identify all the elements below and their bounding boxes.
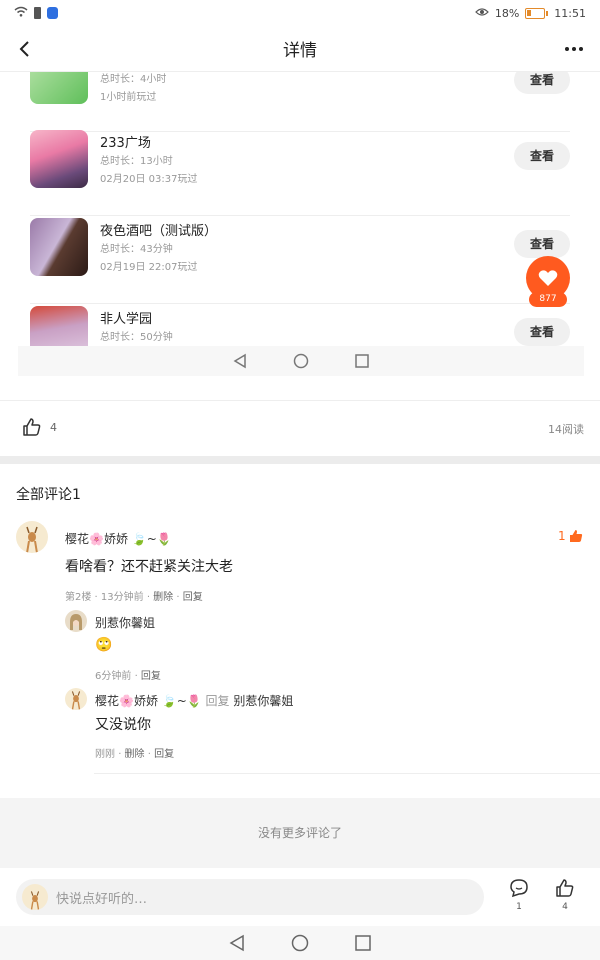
game-last-played: 1小时前玩过 xyxy=(100,92,157,103)
reply-author[interactable]: 樱花🌸娇娇 🍃~🌷 xyxy=(95,694,202,708)
comment-bubble-icon xyxy=(510,879,528,898)
post-like-button[interactable]: 4 xyxy=(22,417,57,437)
recents-square-icon[interactable] xyxy=(355,935,371,951)
home-circle-icon xyxy=(293,353,309,369)
embedded-nav-bar xyxy=(18,346,584,376)
comment-bar: 快说点好听的… 1 4 xyxy=(0,868,600,926)
floating-like-count: 877 xyxy=(529,292,567,307)
reply-time: 刚刚 xyxy=(95,749,115,760)
status-right: 18% 11:51 xyxy=(474,6,586,20)
reply-meta: 刚刚 · 删除 · 回复 xyxy=(95,745,174,760)
read-count: 14阅读 xyxy=(548,423,584,436)
reply-text: 🙄 xyxy=(95,637,113,653)
girl-avatar-icon xyxy=(70,614,82,630)
reply-to-author[interactable]: 别惹你馨姐 xyxy=(233,694,293,708)
game-duration: 总时长：43分钟 xyxy=(100,244,173,255)
back-triangle-icon[interactable] xyxy=(229,934,245,952)
battery-percent: 18% xyxy=(494,6,520,20)
chevron-left-icon xyxy=(19,41,29,57)
divider xyxy=(94,773,600,774)
more-options-button[interactable] xyxy=(560,35,588,63)
section-divider xyxy=(0,456,600,464)
clock: 11:51 xyxy=(554,6,586,20)
reply-time: 6分钟前 xyxy=(95,671,132,682)
system-nav-bar xyxy=(0,926,600,960)
comment-placeholder: 快说点好听的… xyxy=(56,891,148,907)
wifi-icon xyxy=(14,6,28,20)
no-more-comments: 没有更多评论了 xyxy=(0,798,600,868)
comment-floor-time: 第2楼 · 13分钟前 xyxy=(65,592,144,603)
like-button[interactable]: 4 xyxy=(550,878,580,912)
view-button: 查看 xyxy=(514,72,570,94)
comment-author[interactable]: 樱花🌸娇娇 🍃~🌷 xyxy=(65,530,172,547)
status-bar: 18% 11:51 xyxy=(0,0,600,26)
reply-text: 又没说你 xyxy=(95,717,151,733)
game-row: 夜色酒吧（测试版） 总时长：43分钟 02月19日 22:07玩过 查看 xyxy=(30,218,570,304)
page-header: 详情 xyxy=(0,26,600,72)
thumbs-up-icon xyxy=(556,879,574,897)
post-image[interactable]: 总时长：4小时 1小时前玩过 查看 233广场 总时长：13小时 02月20日 … xyxy=(18,72,584,376)
reply-button[interactable]: 回复 xyxy=(183,592,203,603)
status-left xyxy=(14,6,58,20)
back-button[interactable] xyxy=(10,35,38,63)
game-row: 233广场 总时长：13小时 02月20日 03:37玩过 查看 xyxy=(30,130,570,216)
game-duration: 总时长：50分钟 xyxy=(100,332,173,343)
game-duration: 总时长：4小时 xyxy=(100,74,167,85)
avatar[interactable] xyxy=(65,688,87,710)
reply-author[interactable]: 别惹你馨姐 xyxy=(95,614,155,631)
like-count: 4 xyxy=(562,902,568,912)
avatar xyxy=(22,884,48,910)
game-thumbnail xyxy=(30,72,88,104)
comments-title: 全部评论1 xyxy=(16,487,81,503)
battery-cap xyxy=(546,10,549,16)
game-duration: 总时长：13小时 xyxy=(100,156,173,167)
view-button: 查看 xyxy=(514,142,570,170)
view-button: 查看 xyxy=(514,318,570,346)
thumbs-up-icon xyxy=(23,418,41,436)
heart-icon xyxy=(538,270,558,286)
delete-button[interactable]: 删除 xyxy=(153,592,173,603)
comment-meta: 第2楼 · 13分钟前 · 删除 · 回复 xyxy=(65,588,203,603)
avatar[interactable] xyxy=(16,521,48,553)
game-thumbnail xyxy=(30,130,88,188)
deer-avatar-icon xyxy=(30,891,40,910)
comment-text: 看啥看？还不赶紧关注大老 xyxy=(65,559,233,575)
avatar[interactable] xyxy=(65,610,87,632)
app-notification-icon xyxy=(47,7,58,19)
post-stats: 4 14阅读 xyxy=(0,400,600,456)
reply-button[interactable]: 回复 xyxy=(141,671,161,682)
home-circle-icon[interactable] xyxy=(291,934,309,952)
deer-avatar-icon xyxy=(26,526,38,553)
reply-header: 樱花🌸娇娇 🍃~🌷 回复 别惹你馨姐 xyxy=(95,692,293,709)
more-dot xyxy=(565,47,569,51)
deer-avatar-icon xyxy=(71,691,81,710)
thumbs-up-filled-icon xyxy=(569,530,582,542)
game-name: 夜色酒吧（测试版） xyxy=(100,224,218,239)
recents-square-icon xyxy=(355,354,369,368)
game-last-played: 02月20日 03:37玩过 xyxy=(100,174,198,185)
post-like-count: 4 xyxy=(50,420,57,434)
game-row: 总时长：4小时 1小时前玩过 查看 xyxy=(30,72,570,132)
game-last-played: 02月19日 22:07玩过 xyxy=(100,262,198,273)
battery-icon xyxy=(525,7,546,19)
comment-like-button[interactable]: 1 xyxy=(558,529,583,543)
reply-button[interactable]: 回复 xyxy=(154,749,174,760)
eye-icon xyxy=(474,7,489,20)
comment-input[interactable]: 快说点好听的… xyxy=(16,879,484,915)
more-dot xyxy=(572,47,576,51)
delete-button[interactable]: 删除 xyxy=(125,749,145,760)
reply-meta: 6分钟前 · 回复 xyxy=(95,667,161,682)
sim-icon xyxy=(34,7,41,19)
back-triangle-icon xyxy=(233,353,246,369)
reply-word: 回复 xyxy=(205,694,230,708)
comment-button[interactable]: 1 xyxy=(504,878,534,912)
game-name: 233广场 xyxy=(100,136,151,151)
page-title: 详情 xyxy=(283,41,317,61)
more-dot xyxy=(579,47,583,51)
comment-like-count: 1 xyxy=(558,529,566,543)
view-button: 查看 xyxy=(514,230,570,258)
comment-count: 1 xyxy=(516,902,522,912)
game-name: 非人学园 xyxy=(100,312,153,327)
game-thumbnail xyxy=(30,218,88,276)
